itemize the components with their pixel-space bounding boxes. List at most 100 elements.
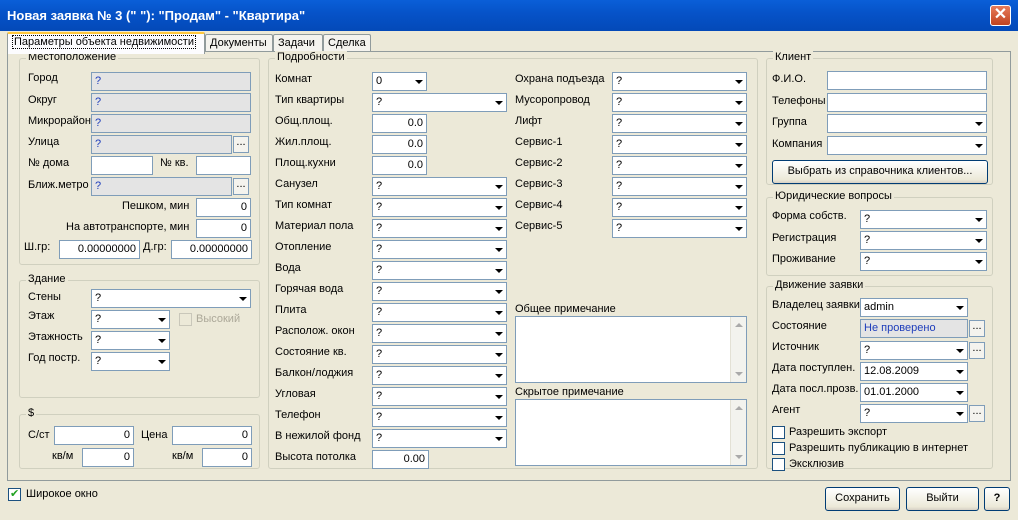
- detail-select[interactable]: ?: [612, 219, 747, 238]
- residence-select[interactable]: ?: [860, 252, 987, 271]
- date-in-picker[interactable]: 12.08.2009: [860, 362, 968, 381]
- chevron-down-icon[interactable]: [153, 332, 169, 349]
- detail-select[interactable]: ?: [372, 303, 507, 322]
- detail-number-field[interactable]: 0.0: [372, 114, 427, 133]
- detail-select[interactable]: ?: [612, 135, 747, 154]
- detail-select[interactable]: ?: [372, 408, 507, 427]
- detail-select[interactable]: ?: [612, 72, 747, 91]
- chevron-down-icon[interactable]: [490, 346, 506, 363]
- chevron-down-icon[interactable]: [951, 299, 967, 316]
- walk-field[interactable]: 0: [196, 198, 251, 217]
- district-field[interactable]: ?: [91, 93, 251, 112]
- cost-field[interactable]: 0: [54, 426, 134, 445]
- latitude-field[interactable]: 0.00000000: [59, 240, 140, 259]
- agent-select[interactable]: ?: [860, 404, 968, 423]
- sqm-cost-field[interactable]: 0: [82, 448, 134, 467]
- client-company-select[interactable]: [827, 136, 987, 155]
- help-button[interactable]: ?: [984, 487, 1010, 511]
- street-field[interactable]: ?: [91, 135, 232, 154]
- city-field[interactable]: ?: [91, 72, 251, 91]
- detail-select[interactable]: ?: [612, 93, 747, 112]
- general-note-textarea[interactable]: [515, 316, 747, 383]
- chevron-down-icon[interactable]: [490, 94, 506, 111]
- detail-number-field[interactable]: 0.0: [372, 156, 427, 175]
- chevron-down-icon[interactable]: [730, 199, 746, 216]
- publish-checkbox[interactable]: [772, 442, 785, 455]
- chevron-down-icon[interactable]: [153, 353, 169, 370]
- detail-select[interactable]: ?: [372, 429, 507, 448]
- microdistrict-field[interactable]: ?: [91, 114, 251, 133]
- chevron-down-icon[interactable]: [490, 262, 506, 279]
- date-last-picker[interactable]: 01.01.2000: [860, 383, 968, 402]
- chevron-down-icon[interactable]: [730, 220, 746, 237]
- chevron-down-icon[interactable]: [490, 283, 506, 300]
- detail-select[interactable]: ?: [612, 156, 747, 175]
- client-group-select[interactable]: [827, 114, 987, 133]
- save-button[interactable]: Сохранить: [825, 487, 900, 511]
- state-browse-button[interactable]: ...: [969, 320, 985, 337]
- state-field[interactable]: Не проверено: [860, 319, 968, 338]
- client-phones-field[interactable]: [827, 93, 987, 112]
- chevron-down-icon[interactable]: [730, 136, 746, 153]
- chevron-down-icon[interactable]: [490, 304, 506, 321]
- detail-select[interactable]: ?: [372, 240, 507, 259]
- chevron-down-icon[interactable]: [490, 325, 506, 342]
- street-browse-button[interactable]: ...: [233, 136, 249, 153]
- walls-select[interactable]: ?: [91, 289, 251, 308]
- scroll-down-icon[interactable]: [735, 372, 743, 376]
- source-select[interactable]: ?: [860, 341, 968, 360]
- source-browse-button[interactable]: ...: [969, 342, 985, 359]
- detail-select[interactable]: ?: [612, 114, 747, 133]
- detail-select[interactable]: ?: [372, 345, 507, 364]
- detail-number-field[interactable]: 0.0: [372, 135, 427, 154]
- chevron-down-icon[interactable]: [951, 384, 967, 401]
- chevron-down-icon[interactable]: [153, 311, 169, 328]
- chevron-down-icon[interactable]: [410, 73, 426, 90]
- detail-select[interactable]: 0: [372, 72, 427, 91]
- chevron-down-icon[interactable]: [970, 253, 986, 270]
- chevron-down-icon[interactable]: [490, 367, 506, 384]
- exit-button[interactable]: Выйти: [906, 487, 979, 511]
- chevron-down-icon[interactable]: [951, 342, 967, 359]
- tab-object-params[interactable]: Параметры объекта недвижимости: [7, 32, 205, 54]
- detail-select[interactable]: ?: [612, 198, 747, 217]
- chevron-down-icon[interactable]: [970, 115, 986, 132]
- chevron-down-icon[interactable]: [951, 363, 967, 380]
- client-name-field[interactable]: [827, 71, 987, 90]
- chevron-down-icon[interactable]: [730, 157, 746, 174]
- detail-number-field[interactable]: 0.00: [372, 450, 429, 469]
- metro-field[interactable]: ?: [91, 177, 232, 196]
- floor-select[interactable]: ?: [91, 310, 170, 329]
- detail-select[interactable]: ?: [372, 324, 507, 343]
- transport-field[interactable]: 0: [196, 219, 251, 238]
- metro-browse-button[interactable]: ...: [233, 178, 249, 195]
- owner-select[interactable]: admin: [860, 298, 968, 317]
- detail-select[interactable]: ?: [372, 219, 507, 238]
- export-checkbox[interactable]: [772, 426, 785, 439]
- chevron-down-icon[interactable]: [951, 405, 967, 422]
- detail-select[interactable]: ?: [372, 282, 507, 301]
- chevron-down-icon[interactable]: [490, 220, 506, 237]
- year-select[interactable]: ?: [91, 352, 170, 371]
- chevron-down-icon[interactable]: [730, 73, 746, 90]
- chevron-down-icon[interactable]: [490, 178, 506, 195]
- select-client-button[interactable]: Выбрать из справочника клиентов...: [772, 160, 988, 184]
- scroll-down-icon[interactable]: [735, 455, 743, 459]
- chevron-down-icon[interactable]: [730, 94, 746, 111]
- scroll-up-icon[interactable]: [735, 406, 743, 410]
- scrollbar[interactable]: [730, 317, 746, 382]
- longitude-field[interactable]: 0.00000000: [171, 240, 252, 259]
- chevron-down-icon[interactable]: [970, 211, 986, 228]
- apt-field[interactable]: [196, 156, 251, 175]
- registration-select[interactable]: ?: [860, 231, 987, 250]
- house-field[interactable]: [91, 156, 153, 175]
- wide-window-checkbox[interactable]: [8, 487, 21, 501]
- hidden-note-textarea[interactable]: [515, 399, 747, 466]
- detail-select[interactable]: ?: [372, 177, 507, 196]
- detail-select[interactable]: ?: [372, 366, 507, 385]
- detail-select[interactable]: ?: [372, 261, 507, 280]
- high-checkbox[interactable]: [179, 313, 192, 326]
- chevron-down-icon[interactable]: [730, 115, 746, 132]
- floors-select[interactable]: ?: [91, 331, 170, 350]
- detail-select[interactable]: ?: [372, 93, 507, 112]
